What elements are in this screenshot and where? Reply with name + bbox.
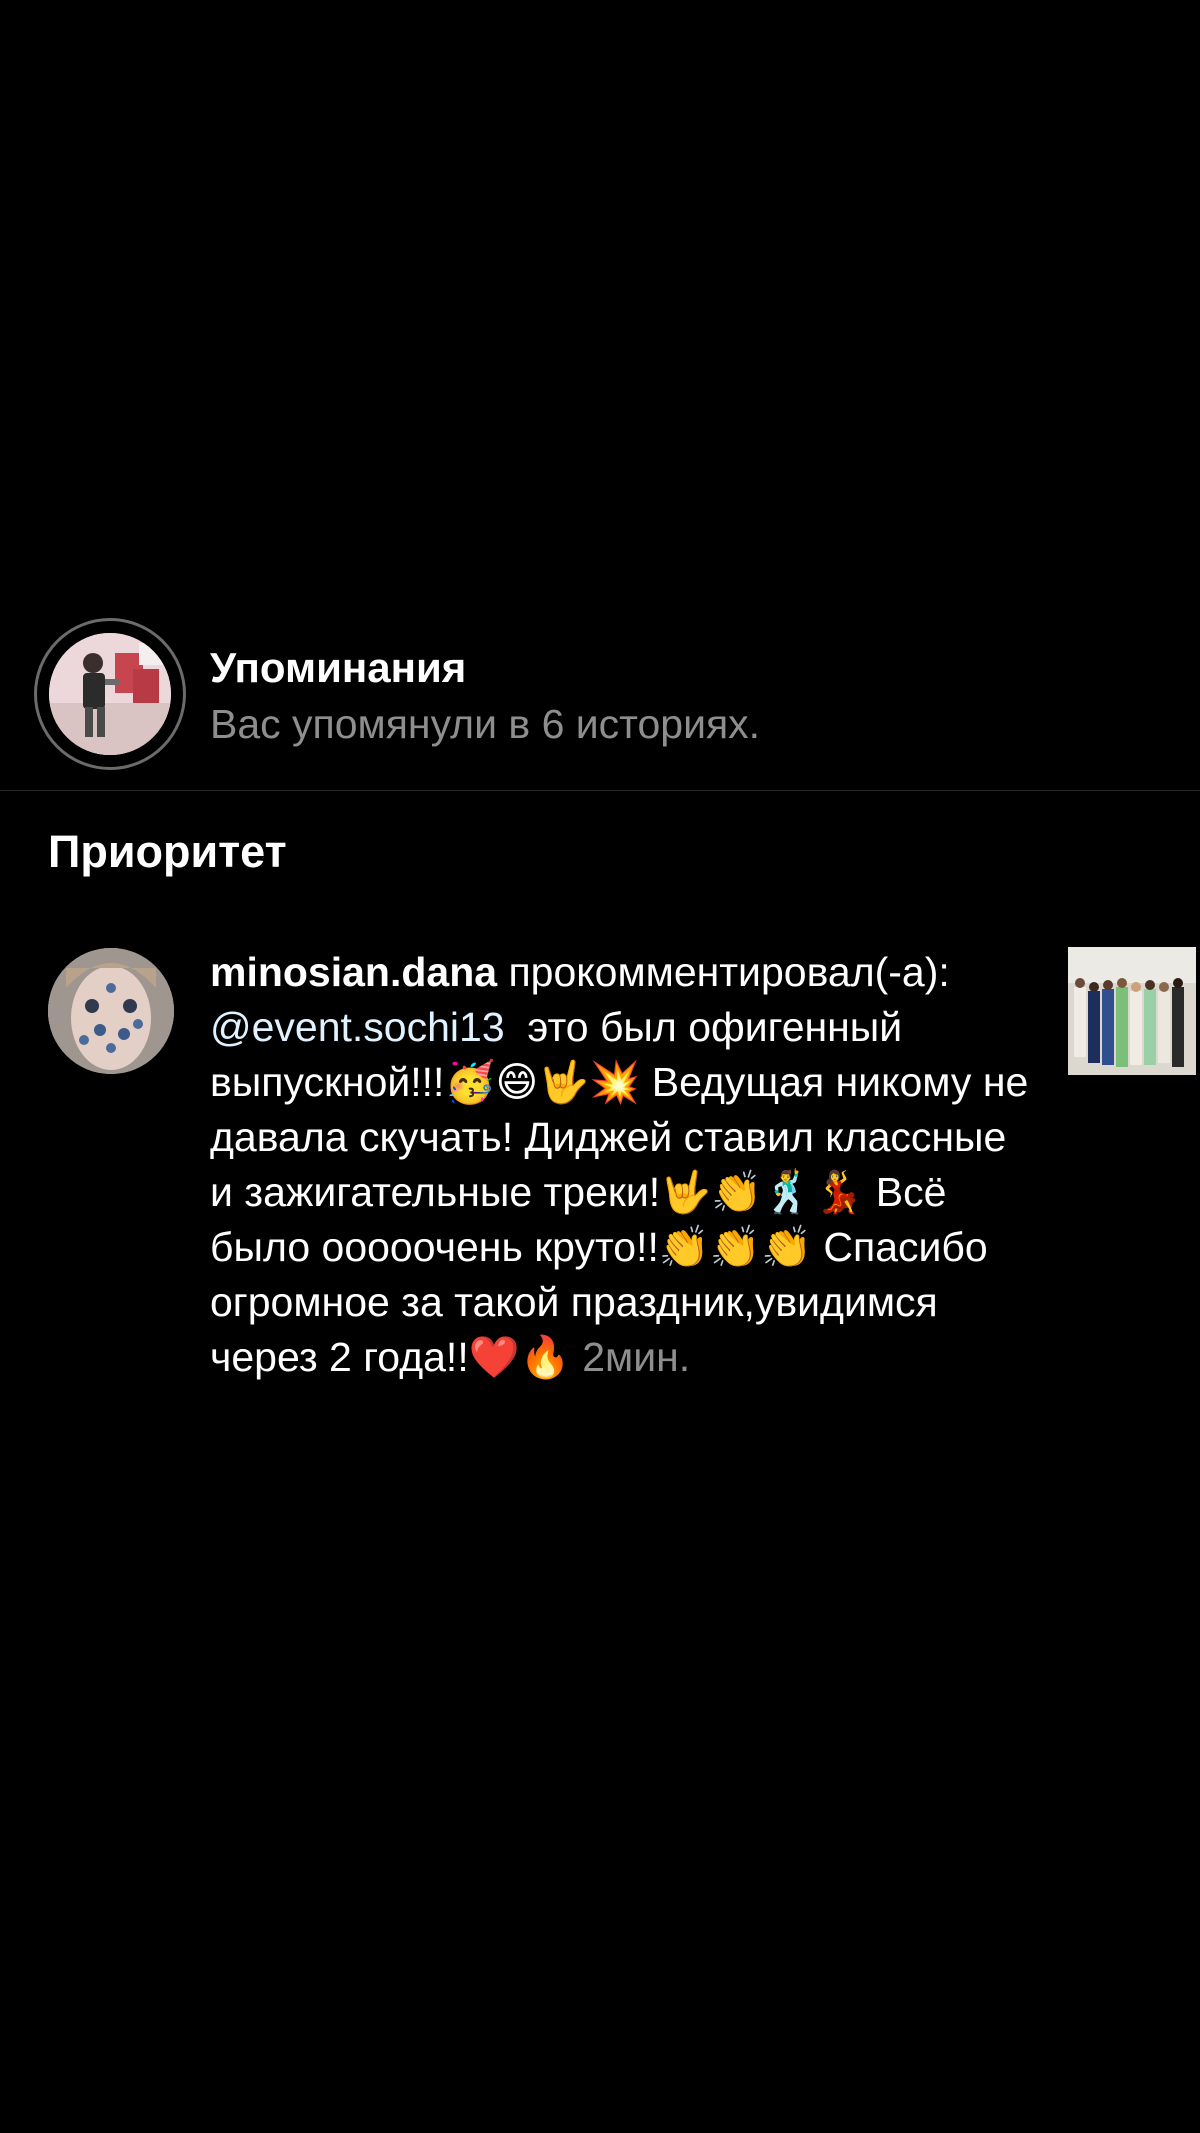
mentions-title: Упоминания: [210, 644, 467, 691]
comment-username[interactable]: minosian.dana: [210, 949, 497, 995]
commenter-avatar[interactable]: [48, 948, 174, 1074]
post-thumbnail[interactable]: [1068, 947, 1196, 1075]
comment-text[interactable]: minosian.dana прокомментировал(-а): @eve…: [210, 945, 1040, 1385]
comment-timestamp: 2мин.: [582, 1334, 691, 1380]
mentions-story-image: [49, 633, 171, 755]
mentions-text: Упоминания Вас упомянули в 6 историях.: [210, 640, 760, 752]
clipped-text-fragment: [210, 1535, 630, 1538]
comment-body: это был офигенный выпускной!!!🥳😄🤟💥 Ведущ…: [210, 1004, 1040, 1380]
mentions-row[interactable]: Упоминания Вас упомянули в 6 историях.: [0, 612, 1200, 780]
commenter-avatar-image: [48, 948, 174, 1074]
comment-action: прокомментировал(-а):: [497, 949, 962, 995]
mentions-subtitle: Вас упомянули в 6 историях.: [210, 701, 761, 747]
post-thumbnail-image: [1068, 947, 1196, 1075]
comment-mention-link[interactable]: @event.sochi13: [210, 1004, 505, 1050]
section-title-priority: Приоритет: [48, 826, 287, 877]
clipped-next-line: [210, 1530, 630, 1538]
divider: [0, 790, 1200, 791]
mentions-avatar[interactable]: [34, 618, 186, 770]
mentions-avatar-image: [49, 633, 171, 755]
